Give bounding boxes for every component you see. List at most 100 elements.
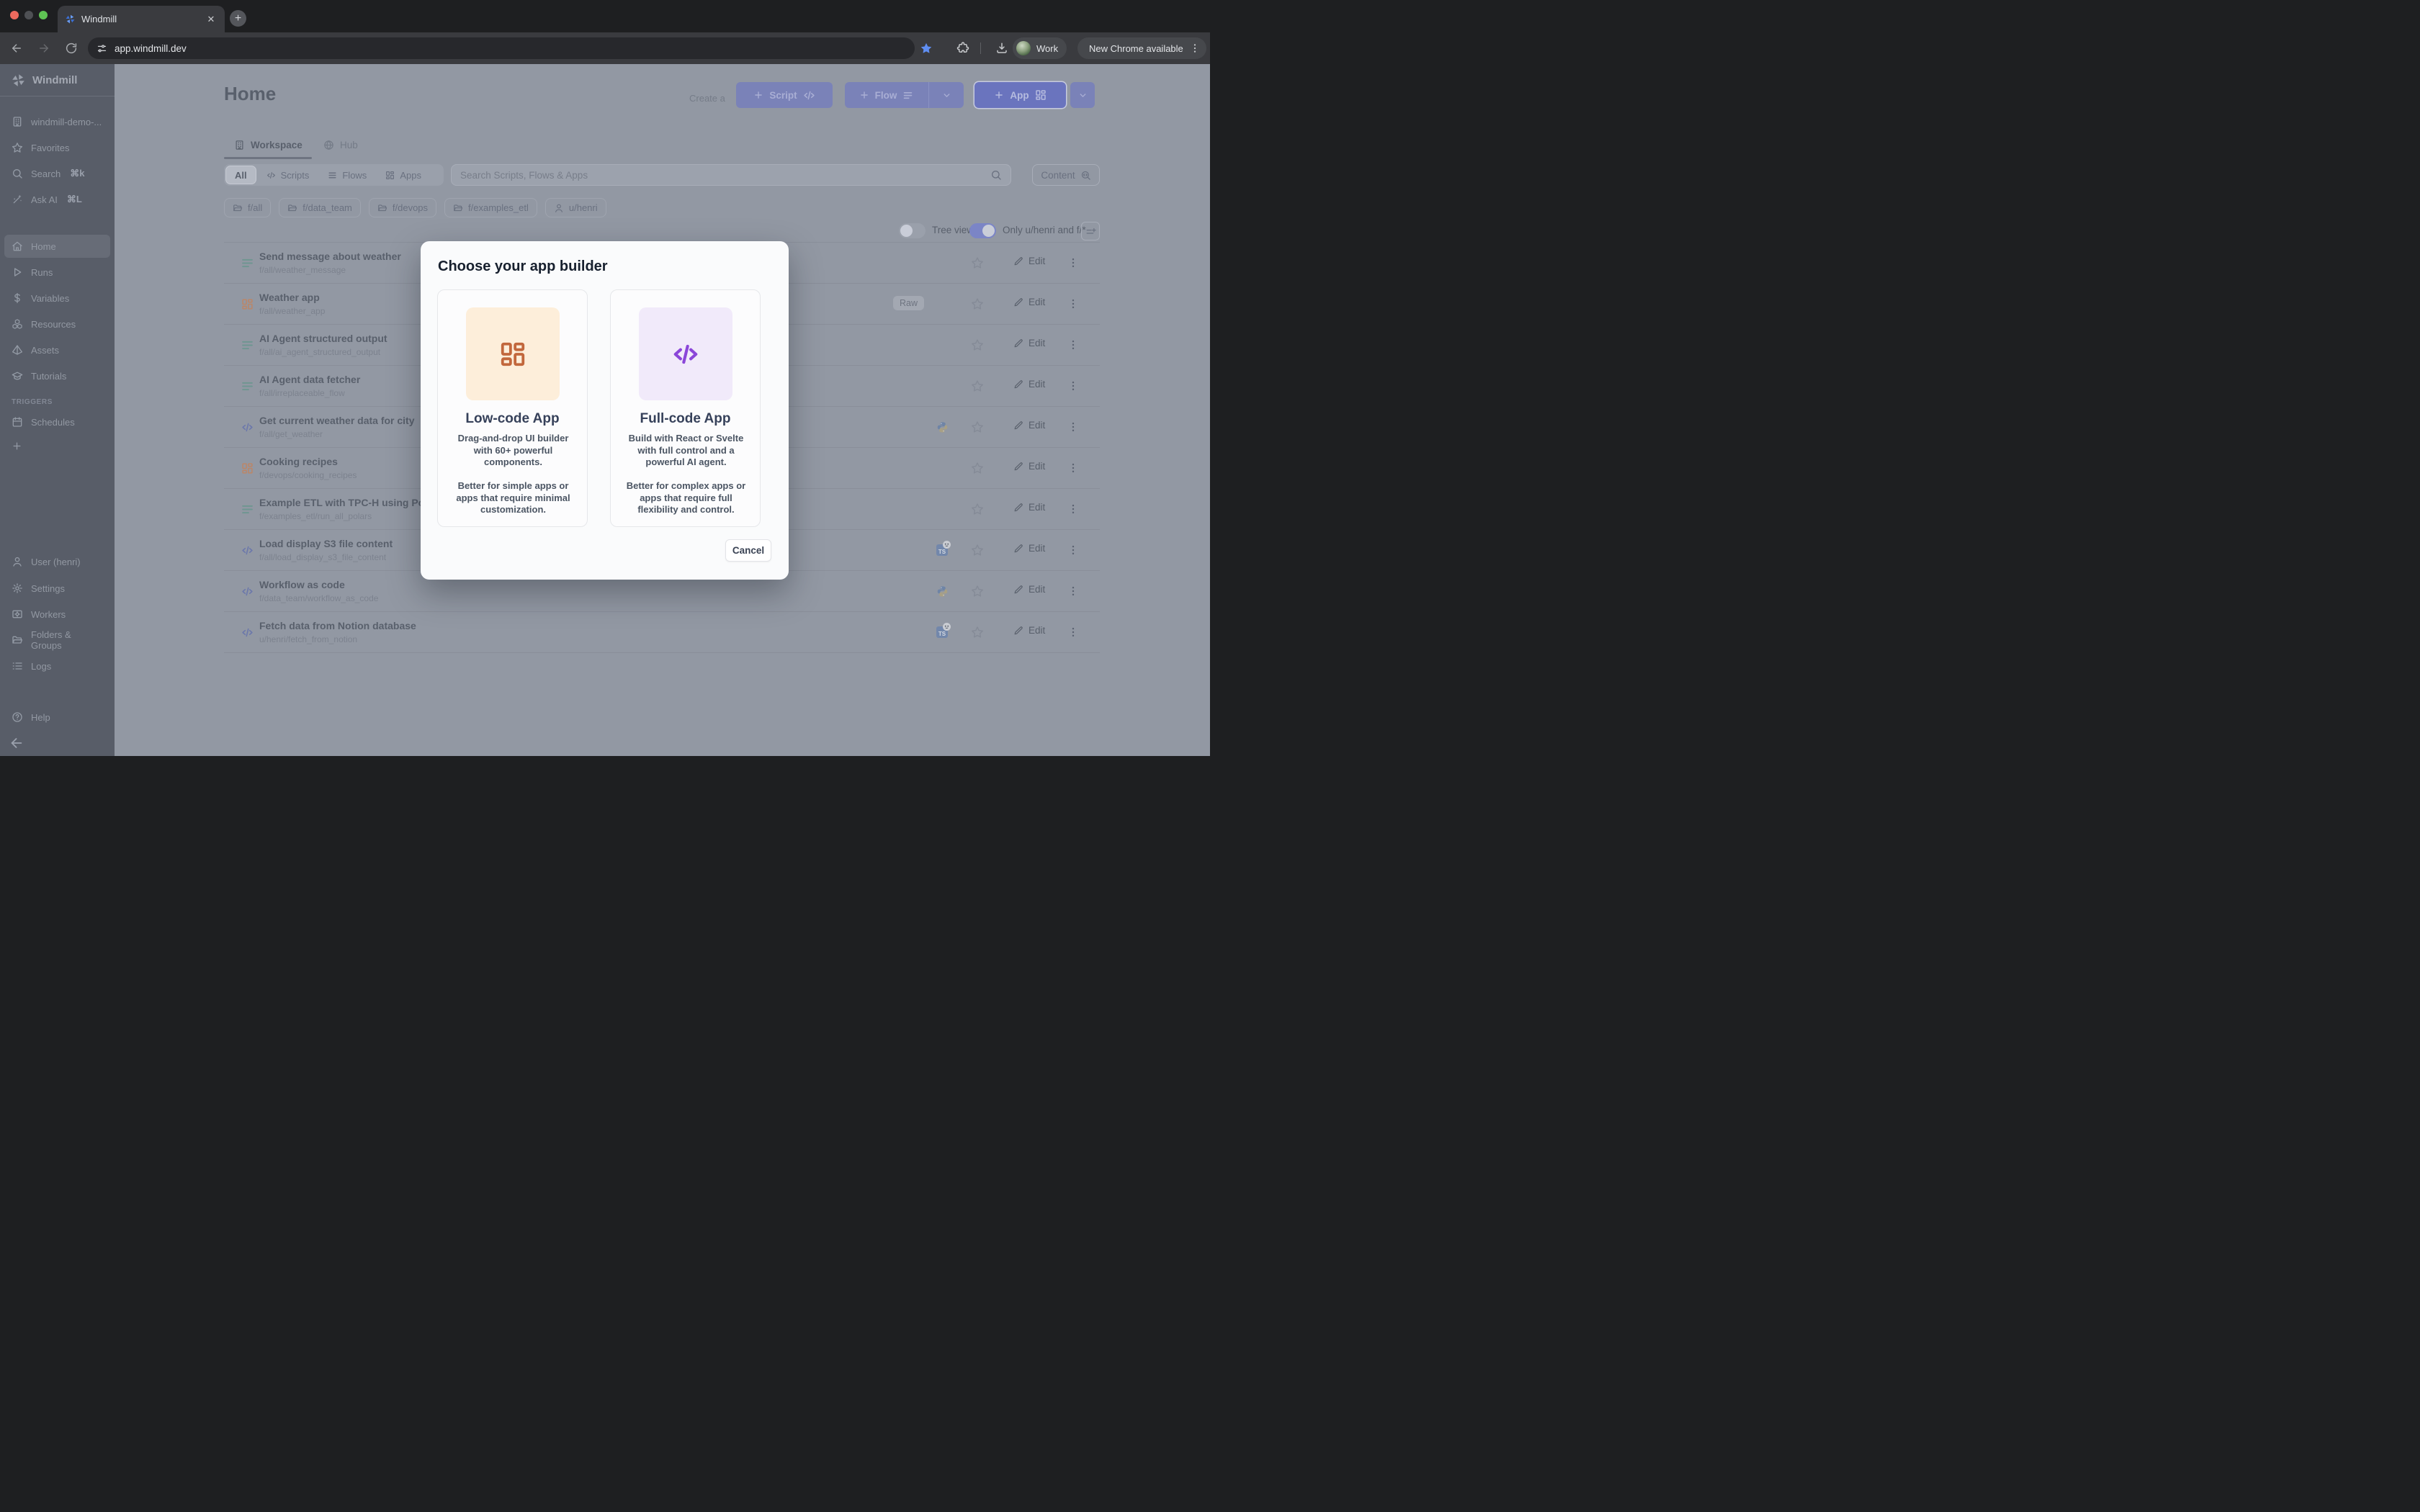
site-settings-icon[interactable] (97, 43, 107, 54)
only-mine-toggle[interactable] (969, 223, 996, 238)
tab-hub[interactable]: Hub (323, 140, 358, 150)
minimize-window-button[interactable] (24, 11, 33, 19)
edit-button[interactable]: Edit (1013, 502, 1045, 513)
search-input[interactable] (460, 170, 990, 181)
sidebar-item-settings[interactable]: Settings (4, 577, 110, 600)
row-menu-icon[interactable] (1067, 626, 1080, 639)
row-menu-icon[interactable] (1067, 585, 1080, 598)
tab-workspace-label: Workspace (251, 140, 302, 150)
back-icon[interactable] (10, 42, 23, 55)
edit-button[interactable]: Edit (1013, 256, 1045, 266)
edit-button[interactable]: Edit (1013, 625, 1045, 636)
edit-button[interactable]: Edit (1013, 379, 1045, 390)
favorite-star-icon[interactable] (971, 544, 984, 557)
create-app-button[interactable]: App (974, 82, 1066, 108)
sidebar-item-logs[interactable]: Logs (4, 654, 110, 678)
favorite-star-icon[interactable] (971, 420, 984, 433)
table-row[interactable]: Fetch data from Notion databaseu/henri/f… (224, 612, 1100, 653)
zoom-window-button[interactable] (39, 11, 48, 19)
update-chrome-button[interactable]: New Chrome available (1077, 37, 1206, 59)
sidebar-item-runs[interactable]: Runs (4, 261, 110, 284)
address-bar[interactable]: app.windmill.dev (88, 37, 915, 59)
favorite-star-icon[interactable] (971, 297, 984, 310)
sidebar-item-windmill-demo[interactable]: windmill-demo-... (4, 110, 110, 133)
cancel-button[interactable]: Cancel (725, 539, 771, 562)
content-search-button[interactable]: Content (1032, 164, 1100, 186)
filter-settings-button[interactable] (1081, 222, 1100, 240)
download-icon[interactable] (995, 42, 1008, 55)
row-menu-icon[interactable] (1067, 420, 1080, 433)
bookmark-star-icon[interactable] (920, 42, 933, 55)
filter-pill-flows[interactable]: Flows (319, 166, 375, 184)
sidebar-item-label: windmill-demo-... (31, 117, 102, 127)
folder-chip-f-all[interactable]: f/all (224, 198, 271, 217)
favorite-star-icon[interactable] (971, 462, 984, 474)
app-dropdown-button[interactable] (1070, 82, 1095, 108)
tree-view-toggle[interactable] (899, 223, 926, 238)
row-menu-icon[interactable] (1067, 462, 1080, 474)
low-code-app-option[interactable]: Low-code App Drag-and-drop UI builder wi… (437, 289, 588, 527)
favorite-star-icon[interactable] (971, 503, 984, 516)
favorite-star-icon[interactable] (971, 338, 984, 351)
edit-button[interactable]: Edit (1013, 543, 1045, 554)
flow-dropdown-button[interactable] (935, 82, 959, 108)
script-button-label: Script (769, 90, 797, 101)
favorite-star-icon[interactable] (971, 379, 984, 392)
filter-pill-scripts[interactable]: Scripts (258, 166, 318, 184)
edit-button[interactable]: Edit (1013, 297, 1045, 307)
edit-button[interactable]: Edit (1013, 461, 1045, 472)
item-title: Load display S3 file content (259, 538, 393, 549)
sidebar-item-folders-groups[interactable]: Folders & Groups (4, 629, 110, 652)
sidebar-item-user-henri[interactable]: User (henri) (4, 550, 110, 573)
filter-pill-all[interactable]: All (225, 166, 256, 184)
sidebar-add-button[interactable] (7, 436, 26, 455)
extensions-icon[interactable] (956, 42, 969, 55)
browser-toolbar: app.windmill.dev Work New Chrome availab… (0, 32, 1210, 64)
tab-workspace[interactable]: Workspace (234, 140, 302, 150)
favorite-star-icon[interactable] (971, 256, 984, 269)
favorite-star-icon[interactable] (971, 585, 984, 598)
collapse-sidebar-button[interactable] (9, 735, 24, 751)
favorite-star-icon[interactable] (971, 626, 984, 639)
create-flow-button[interactable]: Flow (850, 82, 923, 108)
row-menu-icon[interactable] (1067, 338, 1080, 351)
edit-button[interactable]: Edit (1013, 584, 1045, 595)
sidebar-item-workers[interactable]: Workers (4, 603, 110, 626)
sidebar-item-assets[interactable]: Assets (4, 338, 110, 361)
browser-tab[interactable]: Windmill ✕ (58, 6, 225, 32)
sidebar-item-favorites[interactable]: Favorites (4, 136, 110, 159)
row-menu-icon[interactable] (1067, 379, 1080, 392)
browser-menu-icon[interactable] (1189, 42, 1201, 54)
row-menu-icon[interactable] (1067, 503, 1080, 516)
close-tab-icon[interactable]: ✕ (205, 13, 218, 26)
folder-chip-f-examples-etl[interactable]: f/examples_etl (444, 198, 537, 217)
folder-chip-f-devops[interactable]: f/devops (369, 198, 436, 217)
item-path: f/all/weather_app (259, 306, 325, 316)
folder-chip-u-henri[interactable]: u/henri (545, 198, 606, 217)
sidebar-item-search[interactable]: Search⌘k (4, 162, 110, 185)
folder-chip-f-data-team[interactable]: f/data_team (279, 198, 361, 217)
sidebar-item-tutorials[interactable]: Tutorials (4, 364, 110, 387)
sidebar-item-schedules[interactable]: Schedules (4, 410, 110, 433)
edit-button[interactable]: Edit (1013, 338, 1045, 348)
edit-button[interactable]: Edit (1013, 420, 1045, 431)
row-menu-icon[interactable] (1067, 256, 1080, 269)
full-code-app-option[interactable]: Full-code App Build with React or Svelte… (610, 289, 761, 527)
active-tab-underline (224, 157, 312, 159)
sidebar-item-variables[interactable]: Variables (4, 287, 110, 310)
row-menu-icon[interactable] (1067, 544, 1080, 557)
forward-icon[interactable] (37, 42, 50, 55)
sidebar-item-ask-ai[interactable]: Ask AI⌘L (4, 188, 110, 211)
sidebar-item-resources[interactable]: Resources (4, 312, 110, 336)
create-a-label: Create a (689, 93, 725, 104)
search-box[interactable] (451, 164, 1011, 186)
close-window-button[interactable] (10, 11, 19, 19)
row-menu-icon[interactable] (1067, 297, 1080, 310)
windmill-brand[interactable]: Windmill (11, 73, 77, 88)
filter-pill-apps[interactable]: Apps (377, 166, 430, 184)
new-tab-button[interactable]: + (230, 10, 246, 27)
reload-icon[interactable] (65, 42, 78, 55)
create-script-button[interactable]: Script (736, 82, 833, 108)
profile-chip[interactable]: Work (1013, 37, 1067, 59)
sidebar-item-help[interactable]: Help (4, 706, 110, 729)
